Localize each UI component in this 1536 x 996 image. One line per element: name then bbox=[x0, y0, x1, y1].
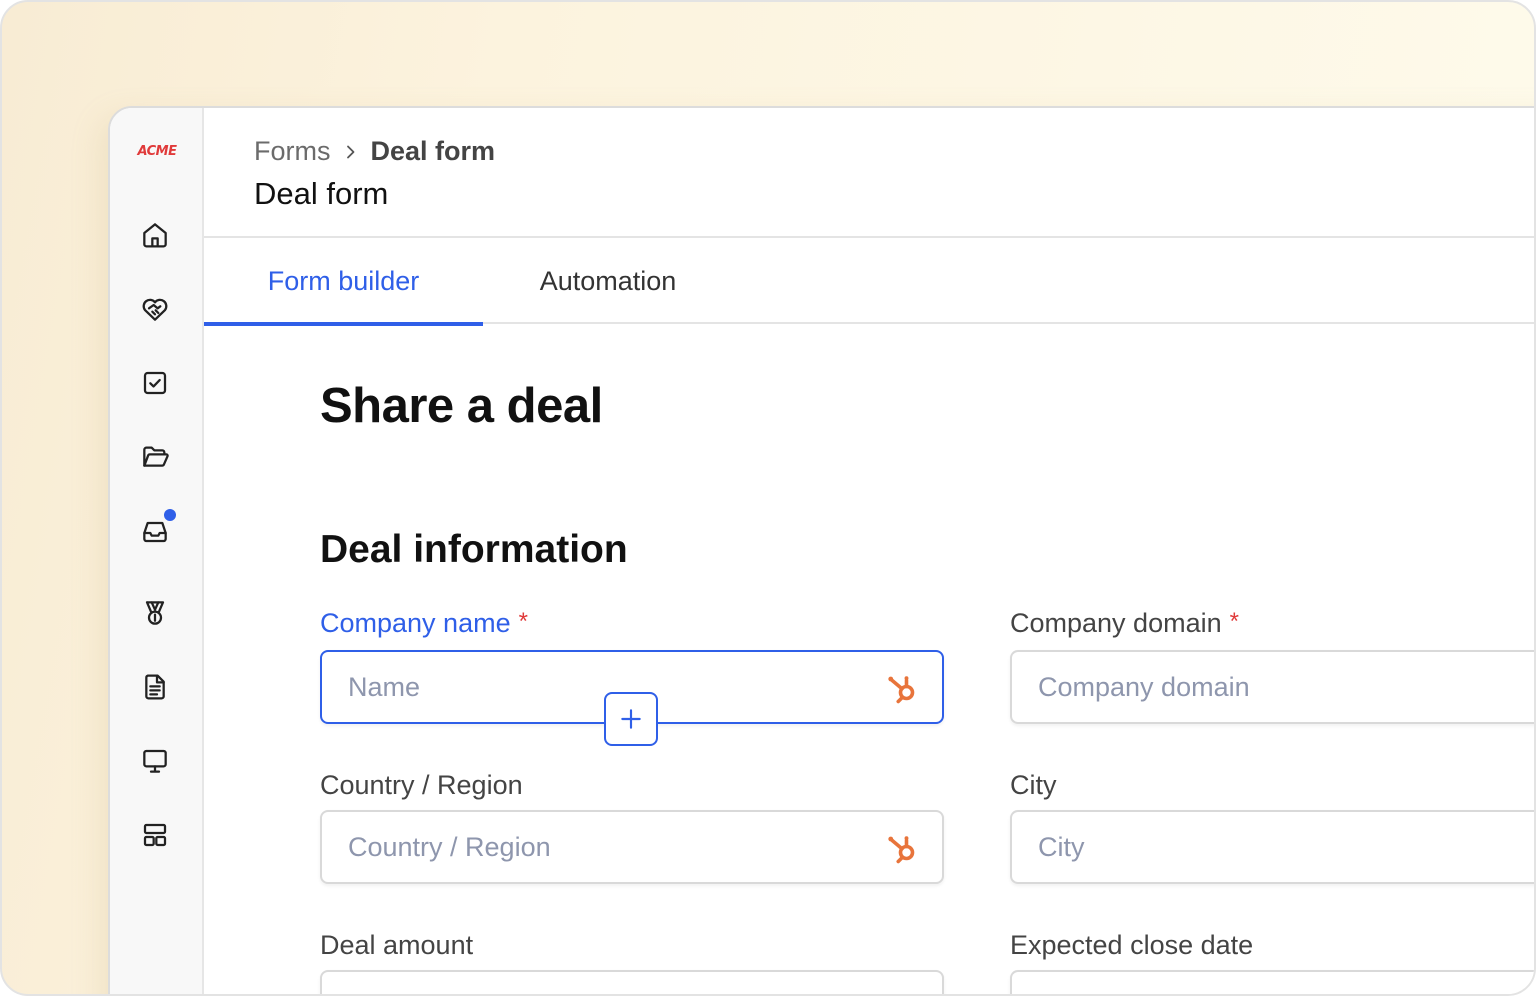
notification-badge bbox=[164, 509, 176, 521]
city-label: City bbox=[1010, 770, 1057, 800]
expected-close-date-label: Expected close date bbox=[1010, 930, 1254, 960]
required-marker: * bbox=[1229, 608, 1239, 635]
main-content: Forms Deal form Deal form Form builder A… bbox=[204, 108, 1534, 994]
deal-amount-label: Deal amount bbox=[320, 930, 474, 960]
tab-bar: Form builder Automation bbox=[204, 238, 1534, 326]
country-region-input[interactable] bbox=[320, 810, 944, 884]
plus-icon bbox=[621, 709, 641, 729]
acme-logo[interactable]: ACME bbox=[134, 144, 180, 159]
tab-form-builder[interactable]: Form builder bbox=[204, 238, 483, 326]
handshake-heart-icon bbox=[142, 298, 168, 321]
hubspot-icon bbox=[884, 990, 920, 994]
add-field-button[interactable] bbox=[604, 692, 658, 746]
company-domain-label-text: Company domain bbox=[1010, 608, 1222, 638]
hubspot-icon bbox=[884, 830, 920, 866]
section-title: Deal information bbox=[320, 528, 628, 571]
chevron-right-icon bbox=[331, 144, 371, 160]
breadcrumb-current: Deal form bbox=[370, 136, 496, 166]
city-input[interactable] bbox=[1010, 810, 1534, 884]
company-domain-label: Company domain * bbox=[1010, 608, 1239, 639]
page-header: Forms Deal form Deal form bbox=[204, 108, 1534, 238]
breadcrumb-forms-link[interactable]: Forms bbox=[254, 136, 331, 167]
sidebar-item-files[interactable] bbox=[138, 440, 172, 474]
expected-close-date-input[interactable] bbox=[1010, 970, 1534, 994]
sidebar-item-home[interactable] bbox=[138, 218, 172, 252]
company-domain-input[interactable] bbox=[1010, 650, 1534, 724]
sidebar-item-rewards[interactable] bbox=[138, 596, 172, 630]
sidebar: ACME bbox=[110, 108, 204, 994]
page-title: Deal form bbox=[254, 176, 389, 211]
monitor-icon bbox=[143, 749, 167, 773]
document-icon bbox=[145, 674, 165, 700]
layout-icon bbox=[143, 823, 167, 847]
sidebar-item-documents[interactable] bbox=[138, 670, 172, 704]
hubspot-icon bbox=[884, 670, 920, 706]
app-window: ACME Forms Deal form Deal form Form buil… bbox=[108, 106, 1534, 994]
company-name-label-text: Company name bbox=[320, 608, 511, 638]
home-icon bbox=[143, 223, 167, 248]
form-title: Share a deal bbox=[320, 379, 603, 433]
tab-automation[interactable]: Automation bbox=[483, 238, 733, 324]
country-region-label: Country / Region bbox=[320, 770, 523, 800]
deal-amount-input[interactable] bbox=[320, 970, 944, 994]
folder-open-icon bbox=[143, 446, 169, 467]
sidebar-item-tasks[interactable] bbox=[138, 366, 172, 400]
sidebar-item-deals[interactable] bbox=[138, 292, 172, 326]
breadcrumb: Forms Deal form bbox=[254, 136, 495, 167]
company-name-label: Company name * bbox=[320, 608, 528, 639]
sidebar-item-inbox[interactable] bbox=[138, 509, 176, 548]
sidebar-item-display[interactable] bbox=[138, 744, 172, 778]
checkbox-icon bbox=[143, 371, 167, 395]
required-marker: * bbox=[518, 608, 528, 635]
medal-icon bbox=[145, 601, 165, 625]
screenshot-frame: ACME Forms Deal form Deal form Form buil… bbox=[0, 0, 1536, 996]
sidebar-item-layouts[interactable] bbox=[138, 818, 172, 852]
